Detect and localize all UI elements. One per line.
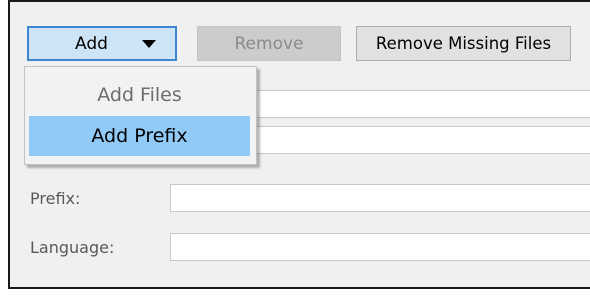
language-label: Language: xyxy=(30,238,115,257)
caret-down-icon xyxy=(142,40,156,48)
add-dropdown-menu: Add Files Add Prefix xyxy=(24,66,257,165)
menu-item-add-prefix[interactable]: Add Prefix xyxy=(29,116,250,156)
menu-item-add-files[interactable]: Add Files xyxy=(29,75,250,115)
add-button-label: Add xyxy=(75,34,108,54)
prefix-field[interactable] xyxy=(170,184,590,212)
remove-button[interactable]: Remove xyxy=(197,26,341,61)
add-dropdown-button[interactable]: Add xyxy=(27,26,177,61)
prefix-label: Prefix: xyxy=(30,189,81,208)
language-field[interactable] xyxy=(170,233,590,261)
remove-missing-files-button[interactable]: Remove Missing Files xyxy=(356,26,571,61)
